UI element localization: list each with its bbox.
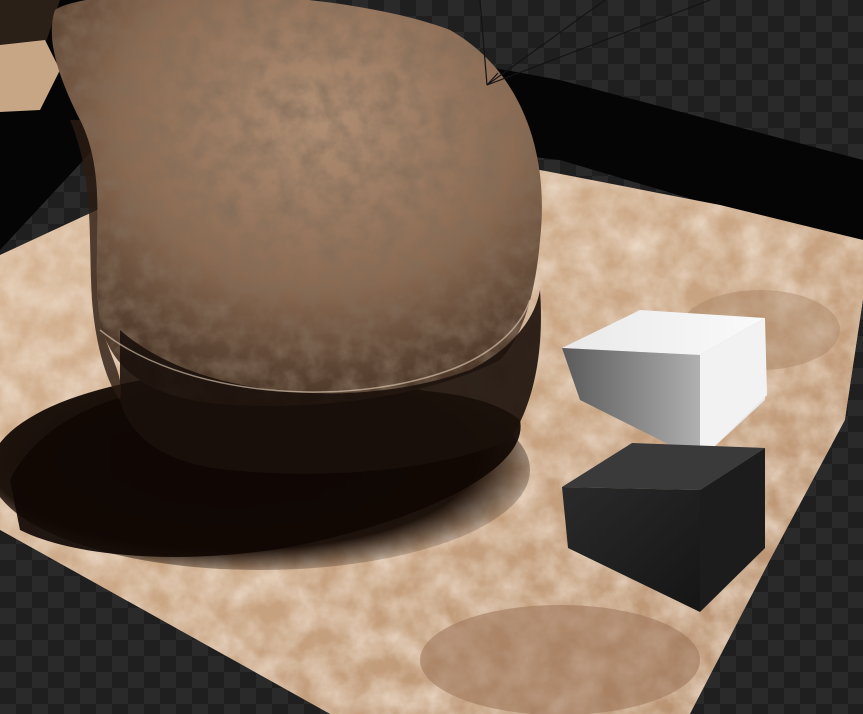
render-viewport[interactable] — [0, 0, 863, 714]
rock[interactable] — [51, 0, 542, 474]
viewport-canvas — [0, 0, 863, 714]
